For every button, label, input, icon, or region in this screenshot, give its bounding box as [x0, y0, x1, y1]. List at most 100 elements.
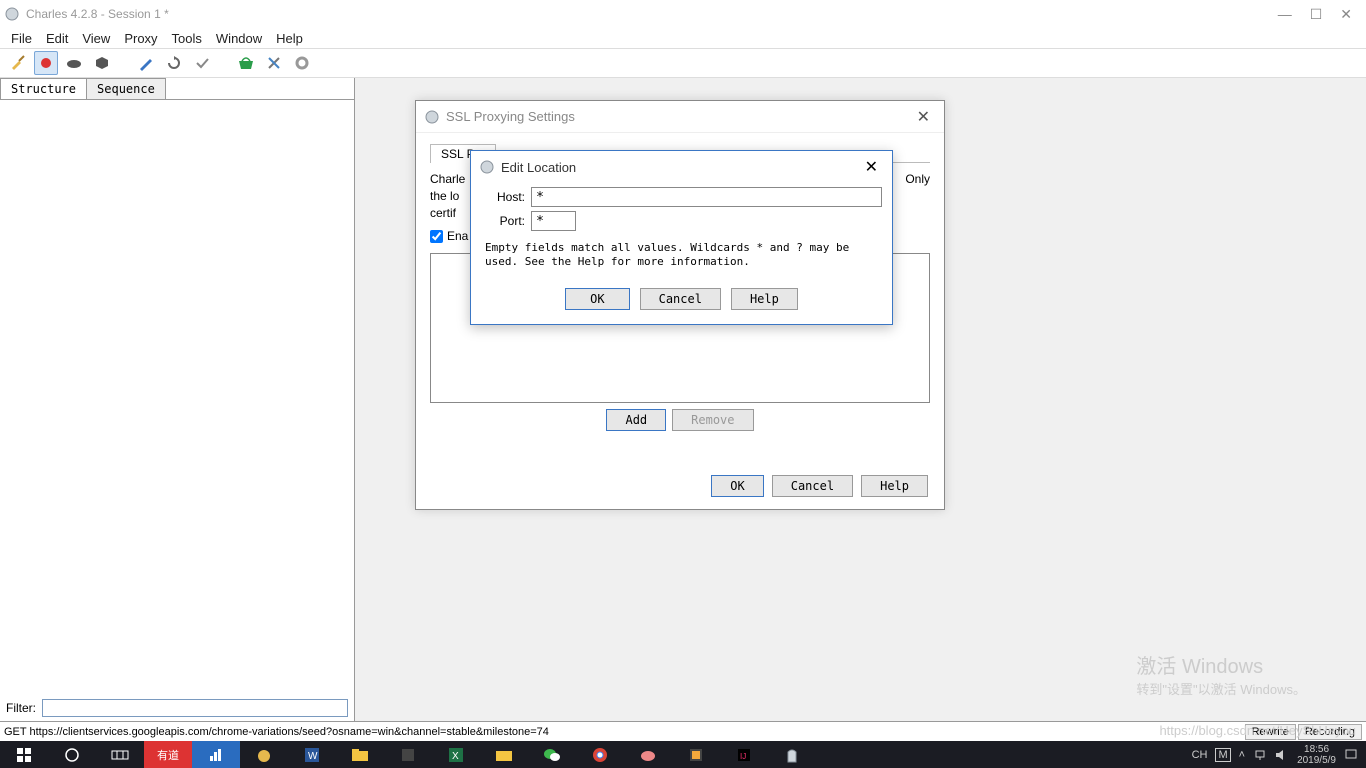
svg-text:X: X: [452, 751, 459, 762]
taskview-icon[interactable]: [96, 741, 144, 768]
network-icon[interactable]: [1253, 749, 1267, 761]
turtle-icon[interactable]: [62, 51, 86, 75]
pen-icon[interactable]: [134, 51, 158, 75]
window-controls: — ☐ ✕: [1278, 6, 1362, 23]
menu-proxy[interactable]: Proxy: [117, 31, 164, 46]
clock[interactable]: 18:56 2019/5/9: [1297, 744, 1336, 766]
cancel-button[interactable]: Cancel: [640, 288, 721, 310]
edit-helptext: Empty fields match all values. Wildcards…: [485, 241, 878, 270]
basket-icon[interactable]: [234, 51, 258, 75]
menu-window[interactable]: Window: [209, 31, 269, 46]
ssl-dialog-buttons: OK Cancel Help: [711, 475, 928, 497]
record-icon[interactable]: [34, 51, 58, 75]
ssl-desc-right: Only: [905, 171, 930, 188]
enable-ssl-checkbox[interactable]: [430, 230, 443, 243]
edit-dialog-buttons: OK Cancel Help: [471, 280, 892, 324]
titlebar: Charles 4.2.8 - Session 1 * — ☐ ✕: [0, 0, 1366, 28]
cortana-icon[interactable]: [48, 741, 96, 768]
edit-dialog-title: Edit Location: [501, 160, 576, 175]
filter-row: Filter:: [0, 695, 354, 721]
taskbar-app-sublime[interactable]: [672, 741, 720, 768]
taskbar-app-folder2[interactable]: [480, 741, 528, 768]
menu-tools[interactable]: Tools: [165, 31, 209, 46]
status-text: GET https://clientservices.googleapis.co…: [4, 726, 549, 738]
enable-ssl-label: Ena: [447, 229, 468, 243]
port-input[interactable]: [531, 211, 576, 231]
port-row: Port:: [481, 211, 882, 231]
edit-dialog-titlebar: Edit Location ✕: [471, 151, 892, 183]
remove-button[interactable]: Remove: [672, 409, 753, 431]
app-icon: [4, 6, 20, 22]
start-icon[interactable]: [0, 741, 48, 768]
ssl-dialog-titlebar: SSL Proxying Settings ✕: [416, 101, 944, 133]
statusbar: GET https://clientservices.googleapis.co…: [0, 721, 1366, 741]
window-title: Charles 4.2.8 - Session 1 *: [26, 7, 1278, 21]
help-button[interactable]: Help: [861, 475, 928, 497]
taskbar-app-word[interactable]: W: [288, 741, 336, 768]
system-tray: CH M ˄ 18:56 2019/5/9: [1192, 744, 1366, 766]
tray-chevron-icon[interactable]: ˄: [1239, 749, 1245, 761]
app-icon: [424, 109, 440, 125]
filter-label: Filter:: [6, 701, 36, 715]
taskbar-app-intellij[interactable]: IJ: [720, 741, 768, 768]
svg-text:IJ: IJ: [740, 752, 746, 761]
taskbar-app-evernote[interactable]: [384, 741, 432, 768]
minimize-icon[interactable]: —: [1278, 6, 1292, 23]
ok-button[interactable]: OK: [711, 475, 763, 497]
filter-input[interactable]: [42, 699, 348, 717]
clock-date: 2019/5/9: [1297, 755, 1336, 766]
taskbar-app-chrome[interactable]: [576, 741, 624, 768]
tab-structure[interactable]: Structure: [0, 78, 87, 99]
ssl-dialog-title: SSL Proxying Settings: [446, 109, 575, 124]
close-icon[interactable]: ✕: [1340, 6, 1352, 23]
taskbar-app-charles[interactable]: [768, 741, 816, 768]
panel-tabs: Structure Sequence: [0, 78, 354, 100]
host-input[interactable]: [531, 187, 882, 207]
edit-location-dialog: Edit Location ✕ Host: Port: Empty fields…: [470, 150, 893, 325]
ok-button[interactable]: OK: [565, 288, 629, 310]
svg-text:W: W: [308, 751, 318, 762]
clock-time: 18:56: [1297, 744, 1336, 755]
hexagon-icon[interactable]: [90, 51, 114, 75]
host-label: Host:: [481, 190, 531, 204]
menu-file[interactable]: File: [4, 31, 39, 46]
rewrite-button[interactable]: Rewrite: [1245, 724, 1296, 740]
ime-indicator[interactable]: CH: [1192, 749, 1208, 761]
port-label: Port:: [481, 214, 531, 228]
tab-sequence[interactable]: Sequence: [86, 78, 166, 99]
taskbar-app-chart[interactable]: [192, 741, 240, 768]
host-row: Host:: [481, 187, 882, 207]
volume-icon[interactable]: [1275, 749, 1289, 761]
toolbar: [0, 48, 1366, 78]
refresh-icon[interactable]: [162, 51, 186, 75]
ssl-desc-line1: Charle: [430, 171, 465, 188]
taskbar-app-pig[interactable]: [624, 741, 672, 768]
taskbar-app-excel[interactable]: X: [432, 741, 480, 768]
taskbar-app-wechat[interactable]: [528, 741, 576, 768]
m-indicator[interactable]: M: [1215, 748, 1230, 762]
broom-icon[interactable]: [6, 51, 30, 75]
taskbar-app-explorer[interactable]: [336, 741, 384, 768]
left-panel: Structure Sequence Filter:: [0, 78, 355, 721]
add-remove-row: Add Remove: [430, 409, 930, 431]
cancel-button[interactable]: Cancel: [772, 475, 853, 497]
recording-button[interactable]: Recording: [1298, 724, 1362, 740]
add-button[interactable]: Add: [606, 409, 666, 431]
structure-tree[interactable]: [0, 100, 354, 695]
close-icon[interactable]: ✕: [859, 157, 884, 177]
app-icon: [479, 159, 495, 175]
taskbar-app-youdao[interactable]: 有道: [144, 741, 192, 768]
menu-help[interactable]: Help: [269, 31, 310, 46]
check-icon[interactable]: [190, 51, 214, 75]
tools-icon[interactable]: [262, 51, 286, 75]
help-button[interactable]: Help: [731, 288, 798, 310]
menu-edit[interactable]: Edit: [39, 31, 75, 46]
maximize-icon[interactable]: ☐: [1310, 6, 1323, 23]
notifications-icon[interactable]: [1344, 748, 1358, 762]
gear-icon[interactable]: [290, 51, 314, 75]
menu-view[interactable]: View: [75, 31, 117, 46]
menubar: File Edit View Proxy Tools Window Help: [0, 28, 1366, 48]
taskbar: 有道 W X IJ CH M ˄ 18:56 2019/5/9: [0, 741, 1366, 768]
close-icon[interactable]: ✕: [911, 107, 936, 127]
taskbar-app-duck[interactable]: [240, 741, 288, 768]
